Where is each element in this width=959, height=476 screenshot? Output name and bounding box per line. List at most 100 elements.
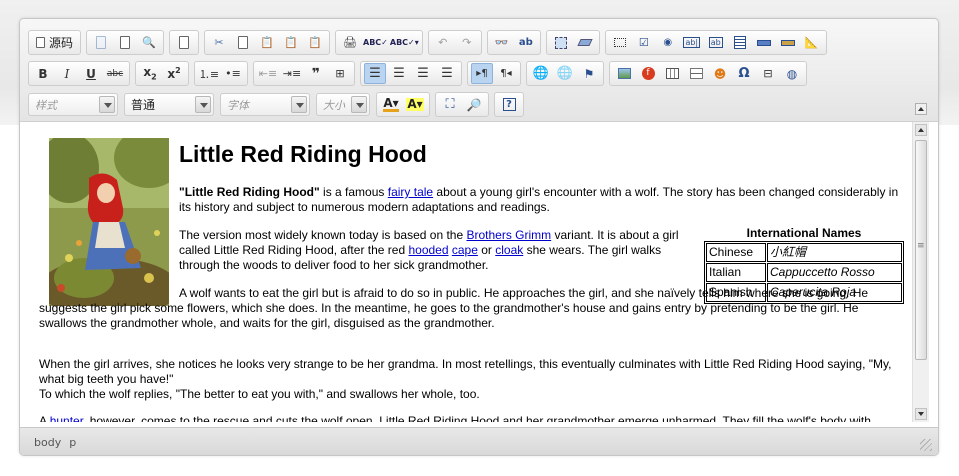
unlink-icon: 🌐	[556, 66, 574, 81]
spellcheck-as-you-type-button[interactable]: ABC✓▾	[390, 32, 419, 53]
redo-button[interactable]: ↷	[456, 32, 478, 53]
button-field-button[interactable]	[753, 32, 775, 53]
special-char-button[interactable]: Ω	[733, 63, 755, 84]
path-p[interactable]: p	[69, 436, 76, 449]
chevron-down-icon[interactable]	[99, 96, 115, 113]
hidden-field-button[interactable]: 📐	[801, 32, 823, 53]
align-justify-button[interactable]: ☰	[436, 63, 458, 84]
font-combo[interactable]: 字体	[220, 93, 310, 116]
create-div-button[interactable]: ⊞	[329, 63, 351, 84]
names-table-caption: International Names	[746, 226, 862, 240]
rtl-button[interactable]: ¶◂	[495, 63, 517, 84]
superscript-button[interactable]: x2	[163, 63, 185, 84]
radio-button[interactable]: ◉	[657, 32, 679, 53]
subscript-button[interactable]: x2	[139, 63, 161, 84]
copy-button[interactable]	[232, 32, 254, 53]
select-all-button[interactable]	[550, 32, 572, 53]
paste-text-button[interactable]: 📋	[280, 32, 302, 53]
ltr-button[interactable]: ▸¶	[471, 63, 493, 84]
scroll-down-button[interactable]	[915, 408, 927, 420]
iframe-button[interactable]: ◍	[781, 63, 803, 84]
align-right-button[interactable]: ☰	[412, 63, 434, 84]
style-combo[interactable]: 样式	[28, 93, 118, 116]
anchor-button[interactable]: ⚑	[578, 63, 600, 84]
underline-button[interactable]: U	[80, 63, 102, 84]
copy-icon	[238, 36, 249, 49]
paste-word-button[interactable]: 📋	[304, 32, 326, 53]
show-blocks-button[interactable]: 🔎	[463, 94, 485, 115]
link-button[interactable]: 🌐	[530, 63, 552, 84]
numbered-list-button[interactable]: ⒈≡	[198, 63, 220, 84]
new-page-icon	[120, 36, 131, 49]
maximize-button[interactable]: ⛶	[439, 94, 461, 115]
undo-button[interactable]: ↶	[432, 32, 454, 53]
text-color-button[interactable]: A▾	[380, 94, 402, 115]
link-cloak[interactable]: cloak	[495, 243, 523, 257]
cut-button[interactable]: ✂	[208, 32, 230, 53]
editor-toolbar: 源码 🔍 ✂ 📋 📋 📋 🖨 ABC✓ ABC✓▾ ↶ ↷ 👓 ab ☑ ◉ a…	[20, 19, 938, 122]
about-button[interactable]: ?	[498, 94, 520, 115]
link-hooded[interactable]: hooded	[408, 243, 448, 257]
image-button-field-button[interactable]	[777, 32, 799, 53]
strikethrough-button[interactable]: abc	[104, 63, 126, 84]
toolbar-group-spell: 🖨 ABC✓ ABC✓▾	[335, 30, 423, 55]
textarea-button[interactable]: ab	[705, 32, 727, 53]
paragraph-format-combo[interactable]: 普通	[124, 93, 214, 116]
flash-icon: f	[641, 67, 655, 80]
spellcheck-button[interactable]: ABC✓	[363, 32, 388, 53]
ltr-icon: ▸¶	[476, 68, 488, 79]
blockquote-button[interactable]: ❞	[305, 63, 327, 84]
smiley-button[interactable]: ☻	[709, 63, 731, 84]
paste-icon: 📋	[260, 36, 274, 49]
italic-button[interactable]: I	[56, 63, 78, 84]
align-center-button[interactable]: ☰	[388, 63, 410, 84]
preview-button[interactable]: 🔍	[138, 32, 160, 53]
unlink-button[interactable]: 🌐	[554, 63, 576, 84]
strikethrough-icon: abc	[106, 68, 124, 79]
spellcheck-icon: ABC✓	[363, 38, 388, 47]
toolbar-collapse-button[interactable]	[915, 103, 927, 115]
select-field-button[interactable]	[729, 32, 751, 53]
page-break-button[interactable]: ⊟	[757, 63, 779, 84]
print-button[interactable]: 🖨	[339, 32, 361, 53]
link-fairy-tale[interactable]: fairy tale	[388, 185, 433, 199]
toolbar-group-source: 源码	[28, 30, 82, 55]
superscript-icon: x2	[167, 66, 181, 81]
text-field-button[interactable]: ab|	[681, 32, 703, 53]
scroll-thumb[interactable]	[915, 140, 927, 360]
background-color-button[interactable]: A▾	[404, 94, 426, 115]
decrease-indent-button[interactable]: ⇤≡	[257, 63, 279, 84]
scroll-up-button[interactable]	[915, 124, 927, 136]
checkbox-button[interactable]: ☑	[633, 32, 655, 53]
table-cell-language: Italian	[706, 263, 766, 282]
link-brothers-grimm[interactable]: Brothers Grimm	[466, 228, 551, 242]
chevron-down-icon[interactable]	[195, 96, 211, 113]
link-hunter[interactable]: hunter	[50, 414, 83, 422]
source-button[interactable]: 源码	[32, 32, 77, 53]
flash-button[interactable]: f	[637, 63, 659, 84]
path-body[interactable]: body	[34, 436, 61, 449]
chevron-down-icon[interactable]	[291, 96, 307, 113]
resize-grip-icon[interactable]	[920, 439, 932, 451]
horizontal-rule-button[interactable]	[685, 63, 707, 84]
templates-button[interactable]	[173, 32, 195, 53]
editor-content-area[interactable]: Little Red Riding Hood "Little Red Ridin…	[30, 122, 912, 422]
replace-button[interactable]: ab	[515, 32, 537, 53]
find-button[interactable]: 👓	[491, 32, 513, 53]
save-button[interactable]	[90, 32, 112, 53]
increase-indent-button[interactable]: ⇥≡	[281, 63, 303, 84]
table-button[interactable]	[661, 63, 683, 84]
bold-button[interactable]: B	[32, 63, 54, 84]
link-cape[interactable]: cape	[452, 243, 478, 257]
new-page-button[interactable]	[114, 32, 136, 53]
form-button[interactable]	[609, 32, 631, 53]
font-size-combo[interactable]: 大小	[316, 93, 370, 116]
image-button[interactable]	[613, 63, 635, 84]
align-left-button[interactable]: ☰	[364, 63, 386, 84]
content-scrollbar[interactable]	[912, 122, 929, 422]
chevron-down-icon[interactable]	[351, 96, 367, 113]
intro-bold-title: "Little Red Riding Hood"	[179, 185, 320, 199]
bulleted-list-button[interactable]: •≡	[222, 63, 244, 84]
remove-format-button[interactable]	[574, 32, 596, 53]
paste-button[interactable]: 📋	[256, 32, 278, 53]
